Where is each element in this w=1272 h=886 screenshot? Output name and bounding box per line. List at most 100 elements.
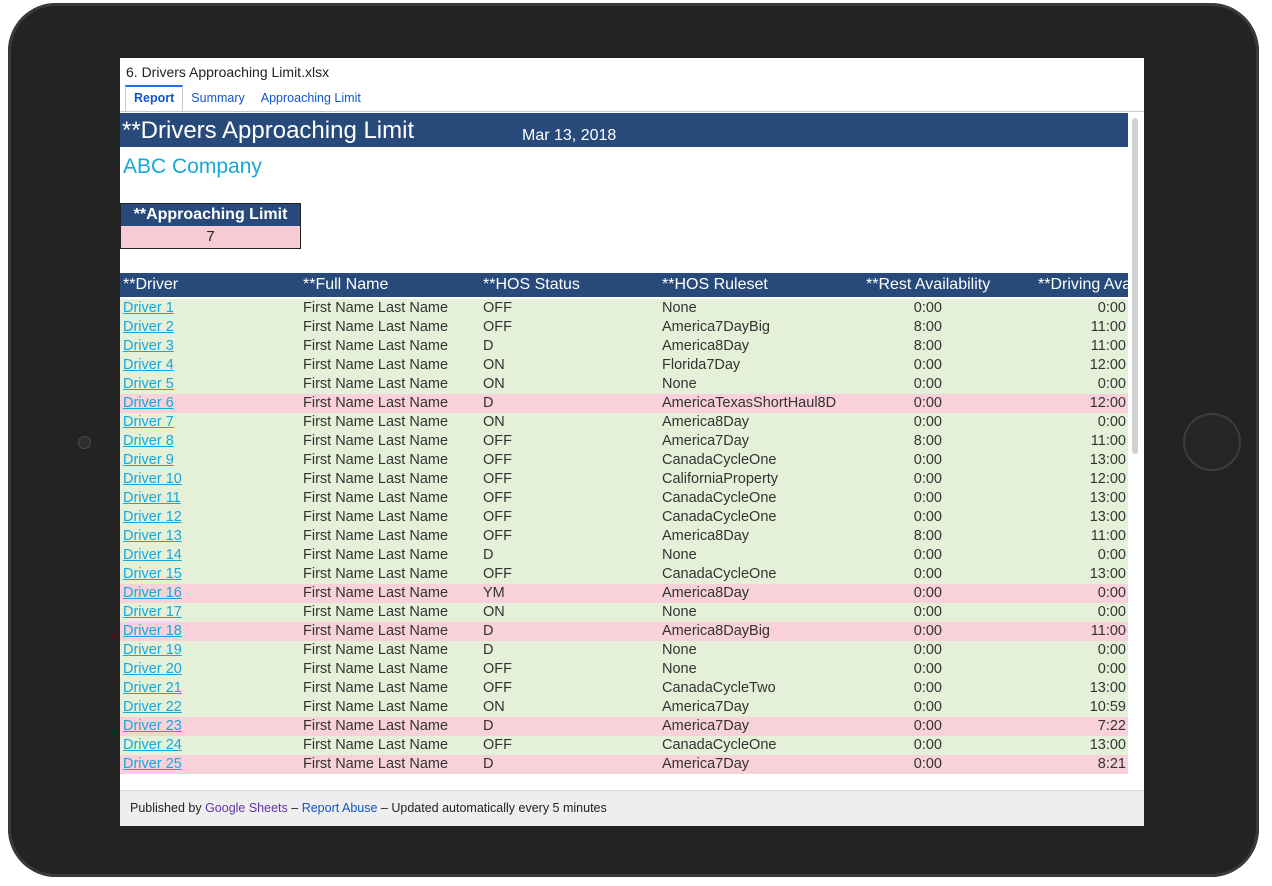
rest-availability-cell: 0:00 — [913, 585, 942, 601]
tab-approaching-limit[interactable]: Approaching Limit — [253, 85, 369, 112]
full-name-cell: First Name Last Name — [303, 604, 449, 620]
driver-link[interactable]: Driver 13 — [123, 528, 182, 544]
hos-ruleset-cell: America8Day — [662, 585, 750, 601]
hos-status-cell: ON — [483, 376, 505, 392]
hos-ruleset-cell: CanadaCycleOne — [662, 490, 777, 506]
driver-link[interactable]: Driver 10 — [123, 471, 182, 487]
driving-availability-cell: 13:00 — [1089, 680, 1126, 696]
hos-ruleset-cell: CanadaCycleOne — [662, 737, 777, 753]
driver-link[interactable]: Driver 1 — [123, 300, 174, 316]
driving-availability-cell: 13:00 — [1089, 509, 1126, 525]
tab-report[interactable]: Report — [125, 85, 184, 112]
hos-ruleset-cell: CanadaCycleOne — [662, 452, 777, 468]
driving-availability-cell: 11:00 — [1090, 319, 1126, 335]
driver-link[interactable]: Driver 6 — [123, 395, 174, 411]
report-title: **Drivers Approaching Limit — [122, 117, 415, 144]
footer-text: Published by Google Sheets – Report Abus… — [130, 801, 607, 815]
sheet-tabs: Report Summary Approaching Limit — [125, 85, 369, 112]
hos-status-cell: OFF — [483, 528, 512, 544]
hos-status-cell: YM — [483, 585, 505, 601]
camera-icon — [78, 436, 91, 449]
sheet-area[interactable]: **Drivers Approaching Limit Mar 13, 2018… — [120, 112, 1128, 788]
table-row: Driver 1 First Name Last Name OFF None 0:00 0… — [120, 299, 1128, 318]
col-rest-availability: **Rest Availability — [866, 276, 991, 293]
hos-status-cell: ON — [483, 414, 505, 430]
hos-status-cell: ON — [483, 357, 505, 373]
hos-ruleset-cell: None — [662, 604, 697, 620]
hos-ruleset-cell: America8Day — [662, 338, 750, 354]
hos-status-cell: OFF — [483, 452, 512, 468]
driver-link[interactable]: Driver 3 — [123, 338, 174, 354]
table-row: Driver 5 First Name Last Name ON None 0:00 0:… — [120, 375, 1128, 394]
driver-link[interactable]: Driver 7 — [123, 414, 174, 430]
driving-availability-cell: 13:00 — [1089, 490, 1126, 506]
footer: Published by Google Sheets – Report Abus… — [120, 790, 1144, 826]
hos-status-cell: OFF — [483, 471, 512, 487]
driving-availability-cell: 0:00 — [1097, 300, 1126, 316]
driver-link[interactable]: Driver 2 — [123, 319, 174, 335]
hos-ruleset-cell: America7Day — [662, 718, 750, 734]
rest-availability-cell: 0:00 — [913, 756, 942, 772]
hos-ruleset-cell: America8DayBig — [662, 623, 770, 639]
full-name-cell: First Name Last Name — [303, 566, 449, 582]
report-date: Mar 13, 2018 — [522, 127, 617, 144]
driver-link[interactable]: Driver 19 — [123, 642, 182, 658]
driver-link[interactable]: Driver 20 — [123, 661, 182, 677]
driver-link[interactable]: Driver 4 — [123, 357, 174, 373]
driver-link[interactable]: Driver 12 — [123, 509, 182, 525]
driver-link[interactable]: Driver 5 — [123, 376, 174, 392]
table-row: Driver 10 First Name Last Name OFF Californ… — [120, 470, 1128, 489]
driver-link[interactable]: Driver 22 — [123, 699, 182, 715]
hos-ruleset-cell: America7Day — [662, 756, 750, 772]
driver-link[interactable]: Driver 17 — [123, 604, 182, 620]
hos-ruleset-cell: America7Day — [662, 433, 750, 449]
driver-link[interactable]: Driver 15 — [123, 566, 182, 582]
home-button[interactable] — [1183, 413, 1241, 471]
hos-ruleset-cell: CanadaCycleOne — [662, 566, 777, 582]
full-name-cell: First Name Last Name — [303, 414, 449, 430]
driver-link[interactable]: Driver 8 — [123, 433, 174, 449]
hos-status-cell: D — [483, 338, 494, 354]
driving-availability-cell: 0:00 — [1097, 604, 1126, 620]
hos-status-cell: OFF — [483, 490, 512, 506]
driver-link[interactable]: Driver 16 — [123, 585, 182, 601]
driver-link[interactable]: Driver 23 — [123, 718, 182, 734]
hos-status-cell: OFF — [483, 509, 512, 525]
full-name-cell: First Name Last Name — [303, 661, 449, 677]
hos-status-cell: OFF — [483, 433, 512, 449]
file-title: 6. Drivers Approaching Limit.xlsx — [126, 64, 330, 80]
hos-status-cell: D — [483, 718, 494, 734]
driver-link[interactable]: Driver 18 — [123, 623, 182, 639]
table-row: Driver 17 First Name Last Name ON None 0:00 0… — [120, 603, 1128, 622]
hos-status-cell: ON — [483, 699, 505, 715]
driving-availability-cell: 0:00 — [1097, 414, 1126, 430]
table-header: **Driver **Full Name **HOS Status **HOS … — [120, 273, 1128, 297]
tab-summary[interactable]: Summary — [183, 85, 252, 112]
rest-availability-cell: 0:00 — [913, 604, 942, 620]
table-row: Driver 22 First Name Last Name ON America7D… — [120, 698, 1128, 717]
vertical-scrollbar[interactable] — [1128, 112, 1144, 788]
rest-availability-cell: 8:00 — [913, 433, 942, 449]
driver-link[interactable]: Driver 9 — [123, 452, 174, 468]
approaching-limit-value: 7 — [120, 226, 301, 249]
rest-availability-cell: 0:00 — [913, 547, 942, 563]
report-abuse-link[interactable]: Report Abuse — [302, 801, 378, 815]
driving-availability-cell: 12:00 — [1089, 471, 1126, 487]
rest-availability-cell: 0:00 — [913, 357, 942, 373]
driver-link[interactable]: Driver 24 — [123, 737, 182, 753]
update-note: Updated automatically every 5 minutes — [391, 801, 607, 815]
table-row: Driver 7 First Name Last Name ON America8Da… — [120, 413, 1128, 432]
driver-link[interactable]: Driver 21 — [123, 680, 182, 696]
google-sheets-link[interactable]: Google Sheets — [205, 801, 288, 815]
full-name-cell: First Name Last Name — [303, 433, 449, 449]
full-name-cell: First Name Last Name — [303, 452, 449, 468]
driver-link[interactable]: Driver 14 — [123, 547, 182, 563]
driver-link[interactable]: Driver 11 — [123, 490, 181, 506]
vertical-scroll-thumb[interactable] — [1132, 118, 1138, 454]
rest-availability-cell: 0:00 — [913, 718, 942, 734]
rest-availability-cell: 8:00 — [913, 319, 942, 335]
table-row: Driver 20 First Name Last Name OFF None 0:00… — [120, 660, 1128, 679]
driver-link[interactable]: Driver 25 — [123, 756, 182, 772]
rest-availability-cell: 0:00 — [913, 414, 942, 430]
table-row: Driver 23 First Name Last Name D America7Da… — [120, 717, 1128, 736]
